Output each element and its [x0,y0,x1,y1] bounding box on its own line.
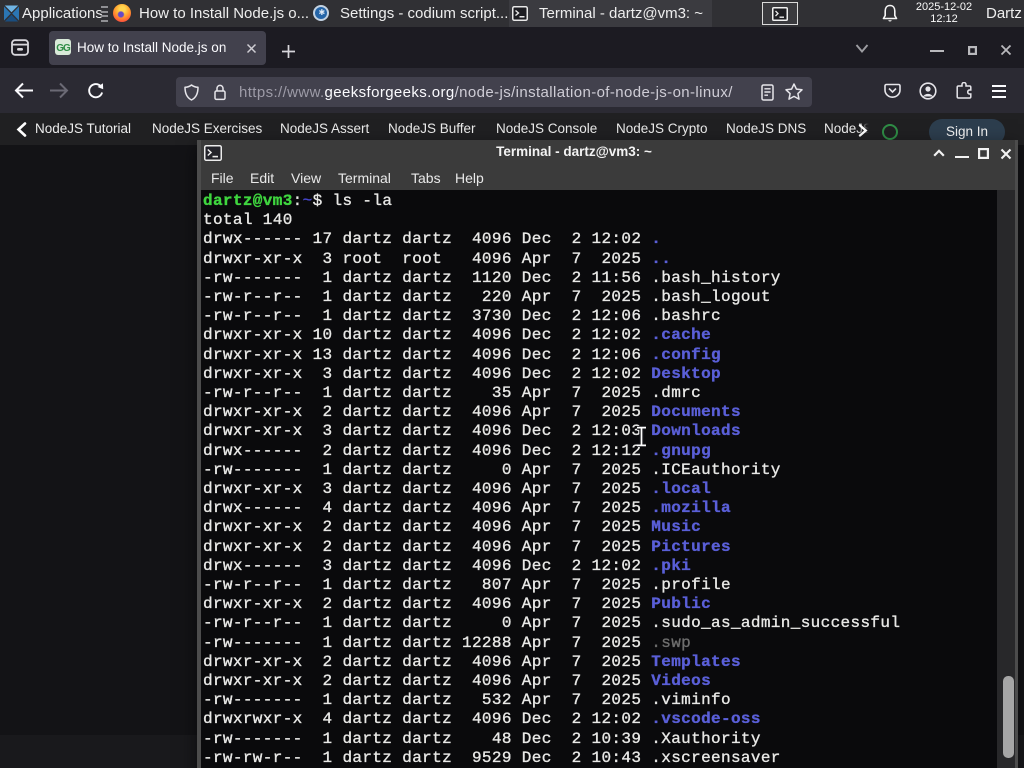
svg-text:GG: GG [56,43,71,54]
